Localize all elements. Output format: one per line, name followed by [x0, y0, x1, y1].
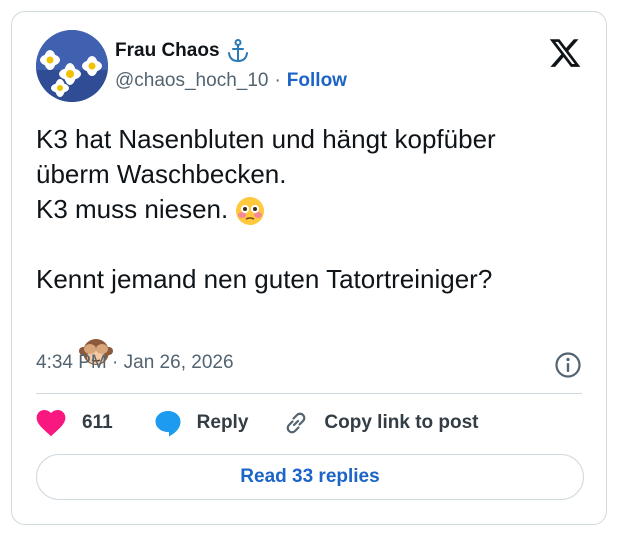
like-count: 611 — [82, 412, 113, 433]
tweet-body: K3 hat Nasenbluten und hängt kopfüber üb… — [36, 122, 596, 366]
action-bar: 611 Reply Copy link to post — [36, 408, 479, 438]
like-button[interactable]: 611 — [36, 409, 113, 437]
anchor-icon — [227, 39, 248, 63]
divider — [36, 393, 582, 394]
info-icon[interactable] — [554, 351, 582, 379]
post-timestamp[interactable]: 4:34 PM · Jan 26, 2026 — [36, 352, 234, 374]
reply-button[interactable]: Reply — [153, 408, 249, 438]
author-name[interactable]: Frau Chaos — [115, 40, 220, 62]
reply-bubble-icon — [155, 411, 181, 437]
tweet-card: Frau Chaos @chaos_hoch_10 · Follow K3 ha… — [11, 11, 607, 525]
avatar[interactable] — [36, 30, 108, 102]
read-replies-button[interactable]: Read 33 replies — [36, 454, 584, 500]
link-icon — [287, 412, 306, 434]
copy-link-button[interactable]: Copy link to post — [282, 409, 479, 437]
reply-label: Reply — [196, 412, 249, 433]
heart-icon — [36, 410, 66, 437]
tweet-text-line: K3 muss niesen. — [36, 194, 229, 224]
tweet-text-line: K3 hat Nasenbluten und hängt kopfüber — [36, 124, 496, 154]
tweet-text-line: überm Waschbecken. — [36, 159, 287, 189]
separator-dot: · — [274, 70, 281, 91]
author-handle[interactable]: @chaos_hoch_10 — [115, 70, 268, 92]
copy-link-label: Copy link to post — [324, 412, 479, 433]
tweet-text-line: Kennt jemand nen guten Tatortreiniger? — [36, 264, 493, 294]
read-replies-label: Read 33 replies — [240, 466, 380, 487]
follow-button[interactable]: Follow — [287, 70, 347, 92]
flushed-face-emoji-icon — [236, 197, 265, 226]
x-logo-icon[interactable] — [548, 36, 582, 70]
